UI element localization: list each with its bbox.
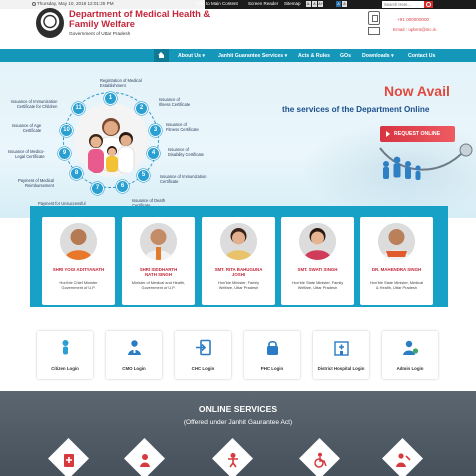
hospital-icon bbox=[334, 341, 349, 356]
font-normal-button[interactable]: A bbox=[312, 1, 317, 7]
nav-gos[interactable]: GOs bbox=[340, 53, 351, 59]
official-card-family-welfare-minister[interactable]: SMT. RITA BAHUGUNA JOSHI Hon'ble Minister… bbox=[202, 217, 275, 305]
hero-subheadline: the services of the Department Online bbox=[282, 105, 430, 114]
official-card-state-minister-family[interactable]: SMT. SWATI SINGH Hon'ble State Minister,… bbox=[281, 217, 354, 305]
nav-about-us[interactable]: About Us ▾ bbox=[178, 53, 205, 59]
district-hospital-login-label: District Hospital Login bbox=[317, 366, 365, 371]
citizen-login-label: Citizen Login bbox=[51, 366, 79, 371]
service-label-11[interactable]: Issuance of Immunization Certificate for … bbox=[11, 99, 57, 109]
citizen-icon bbox=[62, 340, 69, 355]
official-photo bbox=[378, 223, 415, 260]
chc-login-tile[interactable]: CHC Login bbox=[175, 331, 231, 379]
official-role: Hon'ble Chief Minister Government of U.P. bbox=[59, 280, 98, 290]
family-illustration bbox=[74, 103, 148, 177]
nav-janhit-guarantee-services[interactable]: Janhit Guarantee Services ▾ bbox=[218, 53, 287, 59]
contrast-dark-button[interactable]: A bbox=[336, 1, 341, 7]
screen-reader-link[interactable]: Screen Reader bbox=[248, 1, 278, 6]
phone-icon bbox=[368, 11, 380, 25]
phc-login-label: PHC Login bbox=[260, 366, 284, 371]
citizen-login-tile[interactable]: Citizen Login bbox=[37, 331, 93, 379]
chc-login-label: CHC Login bbox=[191, 366, 215, 371]
official-role: Minister of Medical and Health, Governmen… bbox=[131, 280, 186, 290]
service-number-3[interactable]: 3 bbox=[149, 124, 162, 137]
official-photo bbox=[60, 223, 97, 260]
service-label-9[interactable]: Issuance of Medico- Legal Certificate bbox=[8, 149, 45, 159]
department-title[interactable]: Department of Medical Health & Family We… bbox=[69, 9, 239, 29]
official-card-state-minister-medical[interactable]: DR. MAHENDRA SINGH Hon'ble State Ministe… bbox=[360, 217, 433, 305]
official-role: Hon'ble State Minister, Medical & Health,… bbox=[369, 280, 424, 290]
lock-icon bbox=[267, 340, 278, 355]
online-services-subtitle: (Offered under Janhit Gaurantee Act) bbox=[183, 419, 293, 426]
cmo-login-label: CMO Login bbox=[122, 366, 146, 371]
service-number-6[interactable]: 6 bbox=[116, 180, 129, 193]
service-number-5[interactable]: 5 bbox=[137, 169, 150, 182]
official-card-cm[interactable]: SHRI YOGI ADITYANATH Hon'ble Chief Minis… bbox=[42, 217, 115, 305]
family-photo bbox=[74, 103, 148, 177]
official-name: SMT. SWATI SINGH bbox=[297, 267, 338, 272]
service-label-4[interactable]: Issuance of Disability Certificate bbox=[168, 147, 204, 157]
service-number-10[interactable]: 10 bbox=[60, 124, 73, 137]
illness-certificate-icon bbox=[140, 454, 150, 467]
official-card-health-minister[interactable]: SHRI SIDDHARTH NATH SINGH Minister of Med… bbox=[122, 217, 195, 305]
nav-downloads[interactable]: Downloads ▾ bbox=[362, 53, 394, 59]
service-label-10[interactable]: Issuance of Age Certificate bbox=[12, 123, 41, 133]
official-name: SHRI YOGI ADITYANATH bbox=[52, 267, 105, 272]
home-icon[interactable] bbox=[158, 52, 165, 58]
nav-contact-us[interactable]: Contact Us bbox=[408, 53, 435, 59]
service-number-8[interactable]: 8 bbox=[70, 167, 83, 180]
service-number-2[interactable]: 2 bbox=[135, 102, 148, 115]
disability-certificate-icon bbox=[314, 452, 327, 468]
stethoscope-illustration bbox=[379, 143, 473, 180]
contact-email[interactable]: Email : upbmt@nic.in bbox=[393, 27, 436, 32]
clock-icon bbox=[32, 2, 36, 6]
admin-login-label: Admin Login bbox=[396, 366, 424, 371]
service-number-11[interactable]: 11 bbox=[72, 102, 85, 115]
login-door-icon bbox=[196, 339, 211, 356]
doctor-icon bbox=[128, 340, 141, 355]
hero-headline: Now Avail bbox=[384, 83, 450, 99]
service-label-3[interactable]: Issuance of Fitness Certificate bbox=[166, 122, 199, 132]
district-hospital-login-tile[interactable]: District Hospital Login bbox=[313, 331, 369, 379]
official-name: SMT. RITA BAHUGUNA JOSHI bbox=[214, 267, 263, 277]
nav-acts-rules[interactable]: Acts & Rules bbox=[298, 53, 330, 59]
official-name: DR. MAHENDRA SINGH bbox=[371, 267, 422, 272]
official-role: Hon'ble State Minister, Family Welfare, U… bbox=[291, 280, 344, 290]
helpline-number: +91 000000000 bbox=[397, 17, 430, 22]
immunization-certificate-icon bbox=[396, 453, 411, 467]
admin-login-tile[interactable]: Admin Login bbox=[382, 331, 438, 379]
service-label-1[interactable]: Registration of Medical Establishment bbox=[100, 78, 142, 88]
cmo-login-tile[interactable]: CMO Login bbox=[106, 331, 162, 379]
fitness-certificate-icon bbox=[228, 453, 238, 468]
search-icon[interactable] bbox=[424, 1, 433, 8]
service-number-7[interactable]: 7 bbox=[91, 182, 104, 195]
service-label-2[interactable]: Issuance of Illness Certificate bbox=[159, 97, 190, 107]
online-services-title: ONLINE SERVICES bbox=[198, 404, 278, 414]
mail-icon bbox=[368, 27, 380, 35]
admin-user-icon bbox=[403, 340, 419, 355]
contrast-light-button[interactable]: A bbox=[342, 1, 347, 7]
service-number-4[interactable]: 4 bbox=[147, 147, 160, 160]
font-increase-button[interactable]: A+ bbox=[318, 1, 323, 7]
official-photo bbox=[220, 223, 257, 260]
official-name: SHRI SIDDHARTH NATH SINGH bbox=[139, 267, 178, 277]
official-role: Hon'ble Minister, Family Welfare, Uttar P… bbox=[217, 280, 260, 290]
service-label-5[interactable]: Issuance of Immunization Certificate bbox=[160, 174, 206, 184]
government-subtitle: Government of Uttar Pradesh bbox=[69, 31, 131, 36]
current-date: Thursday, May 10, 2018 12:01:25 PM bbox=[37, 1, 114, 6]
official-photo bbox=[140, 223, 177, 260]
official-photo bbox=[299, 223, 336, 260]
service-number-1[interactable]: 1 bbox=[104, 92, 117, 105]
search-input[interactable] bbox=[382, 1, 424, 8]
medical-registration-icon bbox=[64, 454, 74, 467]
font-decrease-button[interactable]: A- bbox=[306, 1, 311, 7]
skip-to-content-link[interactable]: Skip to Main Content bbox=[196, 1, 238, 6]
phc-login-tile[interactable]: PHC Login bbox=[244, 331, 300, 379]
sitemap-link[interactable]: Sitemap bbox=[284, 1, 301, 6]
state-emblem-logo[interactable] bbox=[36, 8, 64, 38]
service-number-9[interactable]: 9 bbox=[58, 147, 71, 160]
service-label-8[interactable]: Payment of Medical Reimbursement bbox=[18, 178, 54, 188]
